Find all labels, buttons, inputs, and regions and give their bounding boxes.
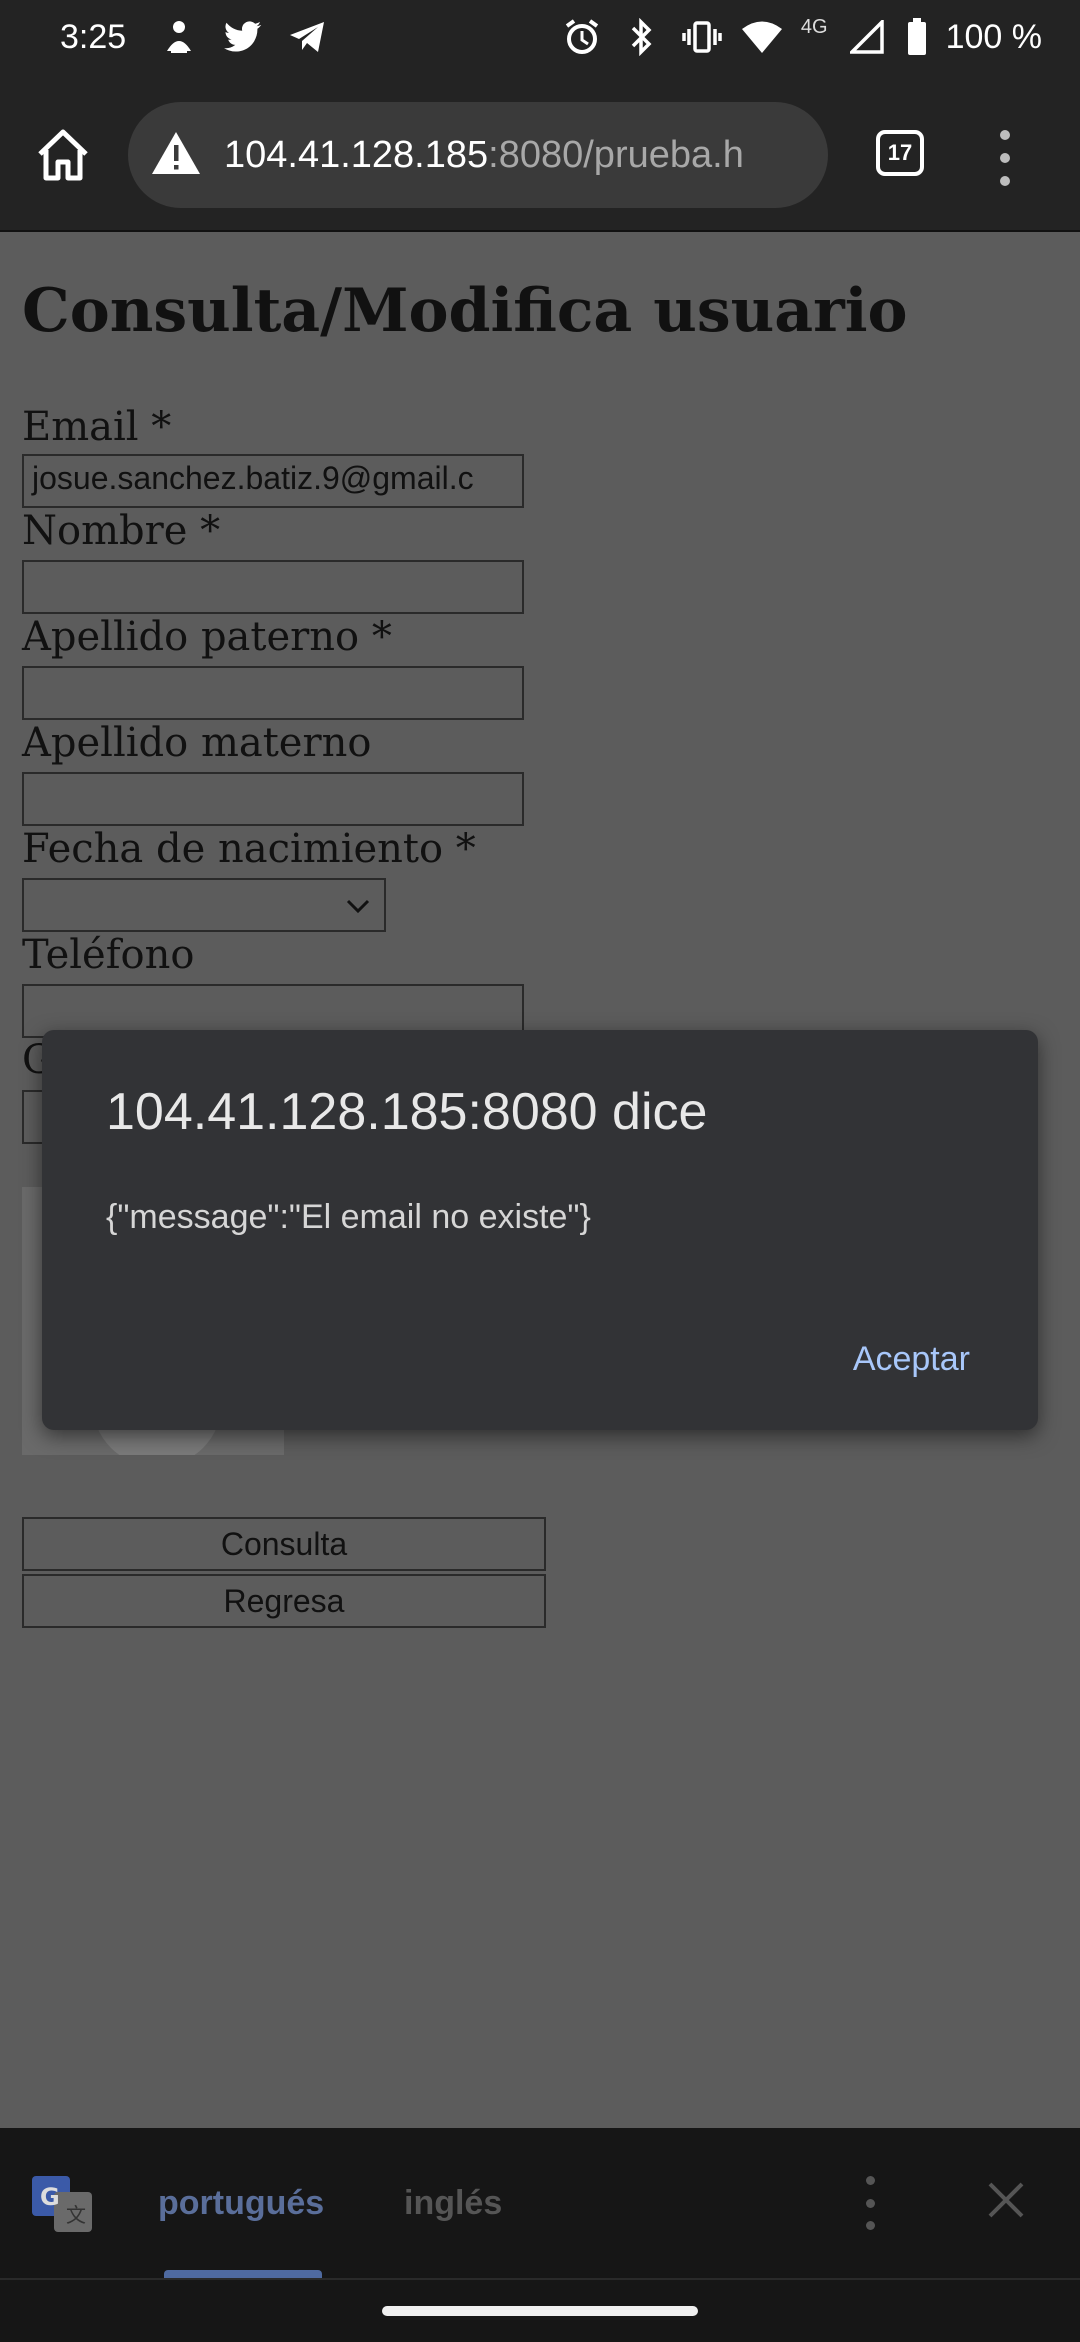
status-time: 3:25 — [60, 18, 127, 56]
nombre-field[interactable] — [22, 560, 524, 614]
telefono-label: Teléfono — [22, 932, 195, 978]
svg-text:文: 文 — [66, 2203, 86, 2227]
translate-bar: G 文 portugués inglés — [0, 2128, 1080, 2278]
translate-icon: G 文 — [32, 2172, 94, 2234]
battery-icon — [906, 16, 928, 58]
tab-switcher-button[interactable]: 17 — [876, 130, 924, 176]
browser-toolbar: 104.41.128.185:8080/prueba.h 17 — [0, 80, 1080, 232]
email-field[interactable]: josue.sanchez.batiz.9@gmail.c — [22, 454, 524, 508]
system-nav-bar — [0, 2278, 1080, 2342]
active-tab-indicator — [164, 2270, 322, 2278]
url-path: :8080/prueba.h — [488, 133, 744, 176]
status-bar: 3:25 4G 100 % — [0, 0, 1080, 80]
tab-count: 17 — [887, 140, 913, 165]
signal-4g-icon — [846, 16, 888, 58]
alert-dialog: 104.41.128.185:8080 dice {"message":"El … — [42, 1030, 1038, 1430]
translate-menu-icon[interactable] — [862, 2176, 878, 2230]
consulta-button[interactable]: Consulta — [22, 1517, 546, 1571]
language-tab-portugues[interactable]: portugués — [158, 2184, 324, 2223]
warning-icon[interactable] — [150, 129, 202, 181]
wifi-icon — [741, 16, 783, 58]
battery-level: 100 % — [945, 17, 1042, 56]
twitter-icon — [222, 16, 264, 58]
browser-menu-icon[interactable] — [990, 130, 1020, 186]
apellido-paterno-field[interactable] — [22, 666, 524, 720]
url-host: 104.41.128.185 — [224, 133, 489, 176]
notification-icon — [158, 16, 200, 58]
accept-button[interactable]: Aceptar — [853, 1340, 970, 1379]
apellido-materno-field[interactable] — [22, 772, 524, 826]
chevron-down-icon — [344, 892, 372, 924]
bluetooth-icon — [621, 16, 663, 58]
status-right-icons: 4G 100 % — [561, 16, 1042, 58]
apellido-paterno-label: Apellido paterno * — [22, 614, 392, 660]
svg-text:G: G — [40, 2183, 60, 2211]
close-icon[interactable] — [986, 2180, 1026, 2220]
dialog-message: {"message":"El email no existe"} — [106, 1198, 591, 1236]
dialog-title: 104.41.128.185:8080 dice — [106, 1083, 708, 1141]
fecha-nacimiento-label: Fecha de nacimiento * — [22, 826, 476, 872]
alarm-icon — [561, 16, 603, 58]
vibrate-icon — [681, 16, 723, 58]
nombre-label: Nombre * — [22, 508, 221, 554]
address-bar[interactable]: 104.41.128.185:8080/prueba.h — [128, 102, 828, 208]
apellido-materno-label: Apellido materno — [22, 720, 372, 766]
language-tab-ingles[interactable]: inglés — [404, 2184, 502, 2223]
url-text: 104.41.128.185:8080/prueba.h — [224, 134, 744, 177]
regresa-button[interactable]: Regresa — [22, 1574, 546, 1628]
status-left-icons — [158, 16, 328, 58]
page-title: Consulta/Modifica usuario — [22, 276, 908, 346]
email-label: Email * — [22, 404, 172, 450]
fecha-nacimiento-select[interactable] — [22, 878, 386, 932]
gesture-handle[interactable] — [382, 2306, 698, 2316]
telegram-icon — [286, 16, 328, 58]
network-type: 4G — [800, 15, 828, 38]
home-icon[interactable] — [32, 124, 94, 186]
